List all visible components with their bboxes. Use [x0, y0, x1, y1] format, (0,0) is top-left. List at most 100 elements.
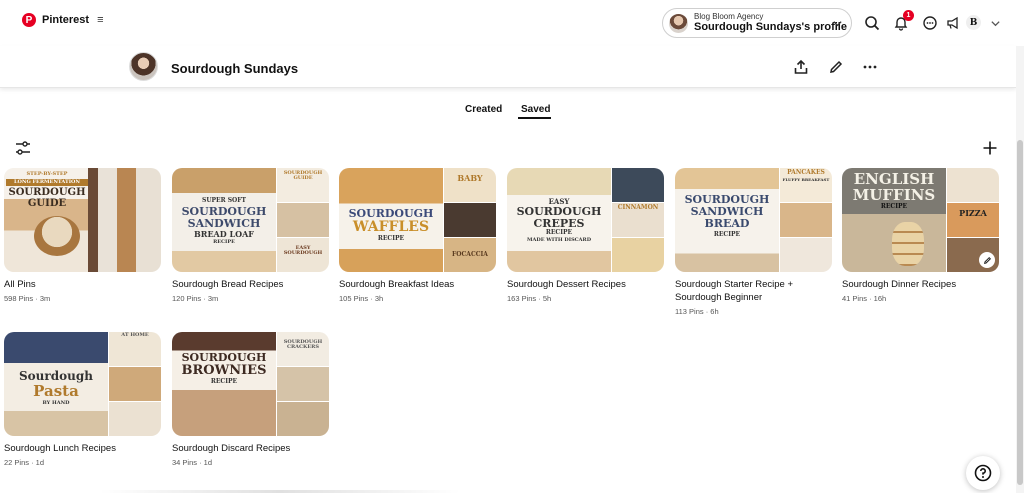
messages-icon[interactable]: [921, 14, 939, 32]
cover-banner-line: MUFFINS: [852, 186, 936, 204]
cover-side-image: [109, 402, 161, 436]
cover-banner-small: STEP-BY-STEP: [26, 171, 68, 177]
cover-banner-line: WAFFLES: [352, 219, 430, 235]
cover-side-image: SOURDOUGH GUIDE: [277, 168, 329, 202]
cover-banner-line: RECIPE: [377, 235, 405, 242]
board-title: Sourdough Sundays: [171, 61, 299, 76]
cover-side-image: [444, 203, 496, 237]
profile-switcher[interactable]: Blog Bloom Agency Sourdough Sundays's pr…: [662, 8, 852, 38]
cover-banner-tag: LONG FERMENTATION: [6, 179, 88, 186]
tab-created[interactable]: Created: [465, 104, 502, 115]
more-options-icon[interactable]: [861, 58, 879, 76]
board-cover[interactable]: EASY SOURDOUGH CREPES RECIPE MADE WITH D…: [507, 168, 664, 272]
scrollbar-thumb[interactable]: [1017, 140, 1023, 485]
board-cover[interactable]: SOURDOUGH WAFFLES RECIPE BABY FOCACCIA: [339, 168, 496, 272]
board-card-lunch-recipes[interactable]: Sourdough Pasta BY HAND AT HOME Sourdoug…: [4, 332, 161, 467]
cover-side-images: AT HOME: [109, 332, 161, 436]
cover-side-label: SOURDOUGH GUIDE: [283, 170, 323, 181]
board-cover[interactable]: ENGLISH MUFFINS RECIPE PIZZA: [842, 168, 999, 272]
profile-switcher-text: Blog Bloom Agency Sourdough Sundays's pr…: [694, 11, 847, 34]
account-label: Blog Bloom Agency: [694, 11, 764, 21]
board-cover[interactable]: SUPER SOFT SOURDOUGH SANDWICH BREAD LOAF…: [172, 168, 329, 272]
cover-side-label: AT HOME: [121, 332, 149, 338]
cover-side-label: SOURDOUGH CRACKERS: [283, 339, 323, 350]
cover-banner-line: BY HAND: [42, 400, 70, 406]
cover-side-label: CINNAMON: [617, 204, 659, 211]
cover-side-image: [780, 203, 832, 237]
cover-side-label: BABY: [457, 173, 483, 183]
help-icon: [974, 464, 992, 482]
board-meta: 41 Pins · 16h: [842, 293, 887, 303]
cover-side-image: [277, 402, 329, 436]
filter-icon[interactable]: [14, 140, 32, 161]
board-cover[interactable]: STEP-BY-STEP LONG FERMENTATION SOURDOUGH…: [4, 168, 161, 272]
cover-banner-line: RECIPE: [210, 378, 238, 385]
cover-image-main: SOURDOUGH SANDWICH BREAD RECIPE: [675, 168, 779, 272]
cover-image-main: SUPER SOFT SOURDOUGH SANDWICH BREAD LOAF…: [172, 168, 276, 272]
cover-banner-line: SOURDOUGH: [348, 207, 434, 220]
tab-saved[interactable]: Saved: [521, 104, 550, 115]
board-card-starter-recipe[interactable]: SOURDOUGH SANDWICH BREAD RECIPE PANCAKES…: [675, 168, 832, 316]
board-card-discard-recipes[interactable]: SOURDOUGH BROWNIES RECIPE SOURDOUGH CRAC…: [172, 332, 329, 467]
cover-side-image: PIZZA: [947, 203, 999, 237]
cover-side-label: PANCAKES: [787, 169, 825, 176]
board-card-all-pins[interactable]: STEP-BY-STEP LONG FERMENTATION SOURDOUGH…: [4, 168, 161, 303]
board-title: Sourdough Dessert Recipes: [507, 279, 626, 290]
active-tab-indicator: [518, 117, 551, 119]
cover-image-main: Sourdough Pasta BY HAND: [4, 332, 108, 436]
cover-banner-line: RECIPE: [880, 203, 908, 210]
board-card-dessert-recipes[interactable]: EASY SOURDOUGH CREPES RECIPE MADE WITH D…: [507, 168, 664, 303]
cover-banner-line: SUPER SOFT: [201, 197, 246, 204]
cover-banner-title: SOURDOUGH: [8, 187, 86, 198]
cover-side-image: AT HOME: [109, 332, 161, 366]
help-button[interactable]: [966, 456, 1000, 490]
board-title: Sourdough Starter Recipe + Sourdough Beg…: [675, 279, 794, 303]
board-cover[interactable]: Sourdough Pasta BY HAND AT HOME: [4, 332, 161, 436]
pinterest-logo-icon[interactable]: P: [22, 13, 36, 27]
cover-bread-image: [34, 216, 80, 256]
board-cover[interactable]: SOURDOUGH SANDWICH BREAD RECIPE PANCAKES…: [675, 168, 832, 272]
hamburger-icon[interactable]: ≡: [97, 14, 103, 26]
megaphone-icon[interactable]: [944, 14, 962, 32]
edit-icon[interactable]: [827, 58, 845, 76]
cover-side-images: PANCAKES FLUFFY BREAKFAST: [780, 168, 832, 272]
board-meta: 34 Pins · 1d: [172, 457, 213, 467]
account-chevron-down-icon[interactable]: [986, 14, 1004, 32]
brand-name[interactable]: Pinterest: [42, 14, 89, 26]
board-card-bread-recipes[interactable]: SUPER SOFT SOURDOUGH SANDWICH BREAD LOAF…: [172, 168, 329, 303]
cover-banner-line: SOURDOUGH: [684, 193, 770, 206]
board-card-dinner-recipes[interactable]: ENGLISH MUFFINS RECIPE PIZZA Sourdough D…: [842, 168, 999, 303]
board-meta: 120 Pins · 3m: [172, 293, 219, 303]
search-icon[interactable]: [863, 14, 881, 32]
cover-banner-line: SANDWICH: [187, 217, 261, 230]
cover-banner-line: SOURDOUGH: [181, 205, 267, 218]
cover-image-main: SOURDOUGH WAFFLES RECIPE: [339, 168, 443, 272]
cover-banner-title-2: GUIDE: [27, 198, 67, 209]
share-icon[interactable]: [792, 58, 810, 76]
cover-banner-line: RECIPE: [713, 231, 741, 238]
board-title: Sourdough Discard Recipes: [172, 443, 291, 454]
cover-banner-line: RECIPE: [213, 239, 235, 245]
cover-banner-line: SANDWICH: [690, 205, 764, 218]
board-avatar[interactable]: [129, 52, 158, 81]
cover-image-main: SOURDOUGH BROWNIES RECIPE: [172, 332, 276, 436]
cover-banner-line: MADE WITH DISCARD: [526, 237, 592, 243]
create-board-icon[interactable]: [982, 140, 998, 161]
cover-side-image: [612, 238, 664, 272]
chevron-down-icon[interactable]: [832, 16, 843, 34]
cover-banner-line: BREAD: [704, 217, 750, 230]
profile-label: Sourdough Sundays's profile: [694, 21, 847, 34]
board-cover[interactable]: SOURDOUGH BROWNIES RECIPE SOURDOUGH CRAC…: [172, 332, 329, 436]
cover-side-label: PIZZA: [959, 208, 987, 218]
edit-board-icon[interactable]: [979, 252, 995, 268]
board-title: Sourdough Lunch Recipes: [4, 443, 116, 454]
cover-banner-line: ENGLISH: [853, 170, 935, 188]
board-meta: 598 Pins · 3m: [4, 293, 51, 303]
cover-banner-line: BROWNIES: [181, 363, 267, 378]
pinterest-board-page: P Pinterest ≡ Blog Bloom Agency Sourdoug…: [0, 0, 1024, 493]
brand[interactable]: P Pinterest ≡: [22, 13, 104, 27]
board-meta: 113 Pins · 6h: [675, 306, 719, 316]
board-card-breakfast-ideas[interactable]: SOURDOUGH WAFFLES RECIPE BABY FOCACCIA S…: [339, 168, 496, 303]
cover-side-image: FOCACCIA: [444, 238, 496, 272]
user-avatar[interactable]: B: [966, 15, 981, 30]
